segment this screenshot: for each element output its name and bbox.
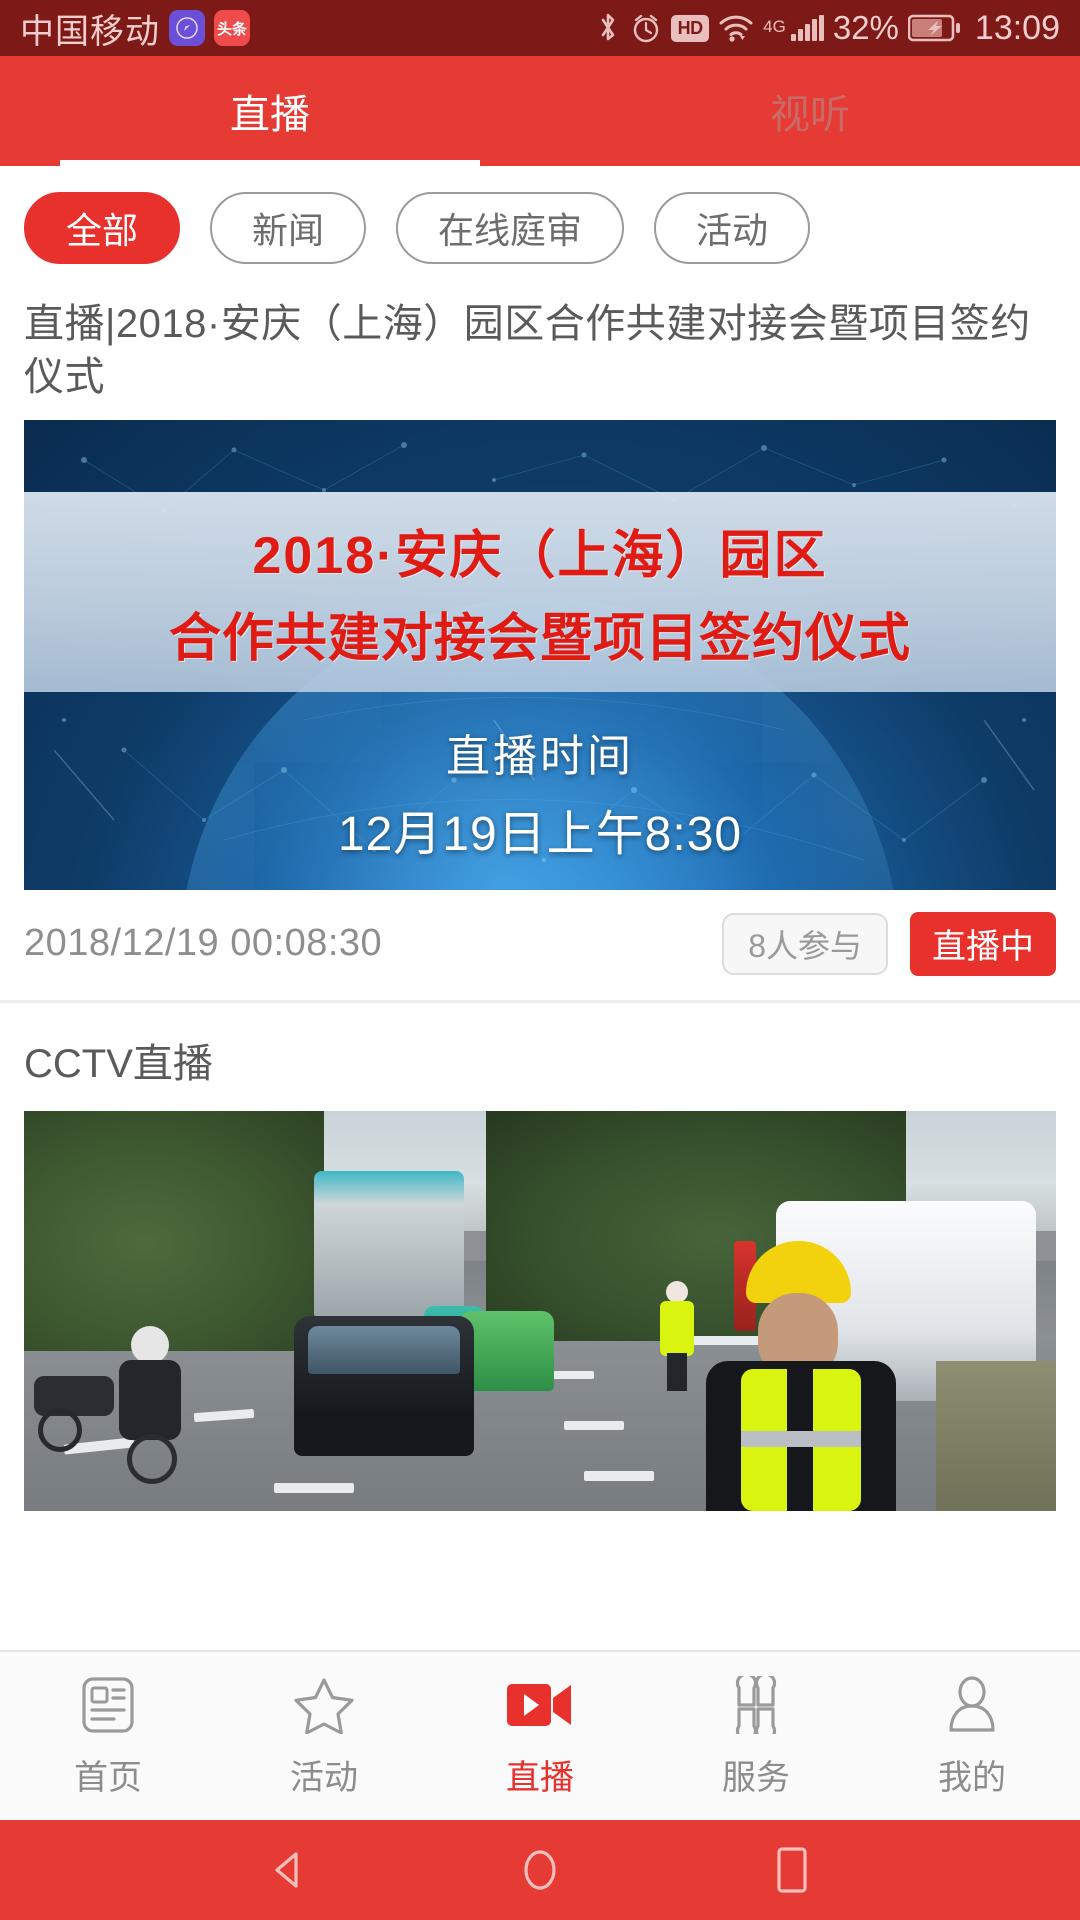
filter-chip-all-label: 全部 bbox=[66, 210, 139, 251]
live-card-timestamp: 2018/12/19 00:08:30 bbox=[24, 922, 383, 965]
nav-item-mine[interactable]: 我的 bbox=[864, 1652, 1080, 1820]
toutiao-app-icon: 头条 bbox=[214, 10, 250, 46]
nav-item-activity-label: 活动 bbox=[290, 1758, 358, 1797]
live-card-poster-image[interactable]: 2018·安庆（上海）园区 合作共建对接会暨项目签约仪式 直播时间 12月19日… bbox=[24, 419, 1056, 890]
back-button[interactable] bbox=[261, 1842, 317, 1898]
alarm-icon bbox=[630, 12, 662, 44]
status-icons-group: HD 4G 32% 13:09 bbox=[595, 9, 1060, 48]
wifi-icon bbox=[718, 13, 754, 43]
live-card-meta-row: 2018/12/19 00:08:30 8人参与 直播中 bbox=[0, 890, 1080, 1000]
person-icon bbox=[944, 1674, 1000, 1736]
poster-headline-line2: 合作共建对接会暨项目签约仪式 bbox=[168, 609, 911, 668]
distant-worker-vest bbox=[660, 1300, 694, 1356]
photo-trees-left bbox=[24, 1110, 324, 1351]
nav-item-home[interactable]: 首页 bbox=[0, 1652, 216, 1820]
network-type-label: 4G bbox=[763, 16, 786, 36]
distant-worker-head bbox=[666, 1280, 688, 1303]
filter-chip-online-trial[interactable]: 在线庭审 bbox=[396, 192, 625, 264]
photo-roadside-hedge bbox=[936, 1360, 1056, 1511]
bluetooth-icon bbox=[595, 11, 621, 45]
cctv-section-title: CCTV直播 bbox=[24, 1041, 213, 1086]
cyclist-body bbox=[119, 1359, 181, 1440]
status-bar: 中国移动 头条 HD 4G 32% 13:09 bbox=[0, 0, 1080, 56]
distant-worker-legs bbox=[667, 1352, 687, 1391]
nav-item-live[interactable]: 直播 bbox=[432, 1652, 648, 1820]
battery-icon bbox=[907, 13, 962, 43]
motorcycle-wheel bbox=[38, 1407, 82, 1452]
filter-chip-activity-label: 活动 bbox=[696, 210, 769, 251]
phone-screen: 中国移动 头条 HD 4G 32% 13:09 直播 视听 全部 新闻 在线庭审… bbox=[0, 0, 1080, 1920]
poster-headline-band: 2018·安庆（上海）园区 合作共建对接会暨项目签约仪式 bbox=[24, 491, 1056, 692]
content-scroll-area[interactable]: 全部 新闻 在线庭审 活动 直播|2018·安庆（上海）园区合作共建对接会暨项目… bbox=[0, 166, 1080, 1730]
motorcycle-body bbox=[34, 1375, 114, 1416]
filter-chip-online-trial-label: 在线庭审 bbox=[438, 210, 583, 251]
compass-app-icon bbox=[169, 10, 205, 46]
nav-item-service-label: 服务 bbox=[722, 1758, 790, 1797]
tab-live[interactable]: 直播 bbox=[0, 56, 540, 166]
tab-audiovisual[interactable]: 视听 bbox=[540, 56, 1080, 166]
nav-item-activity[interactable]: 活动 bbox=[216, 1652, 432, 1820]
cctv-card[interactable]: CCTV直播 bbox=[0, 1003, 1080, 1511]
filter-chip-row: 全部 新闻 在线庭审 活动 bbox=[0, 166, 1080, 284]
photo-distant-worker bbox=[658, 1280, 696, 1391]
hd-icon: HD bbox=[671, 14, 710, 42]
poster-time-value: 12月19日上午8:30 bbox=[337, 807, 743, 861]
nav-item-mine-label: 我的 bbox=[938, 1758, 1006, 1797]
filter-chip-news[interactable]: 新闻 bbox=[210, 192, 367, 264]
filter-chip-news-label: 新闻 bbox=[252, 210, 325, 251]
poster-time-block: 直播时间 12月19日上午8:30 bbox=[24, 720, 1056, 864]
photo-dark-suv bbox=[294, 1315, 474, 1456]
cyclist-helmet bbox=[131, 1325, 169, 1364]
cctv-street-photo[interactable] bbox=[24, 1110, 1056, 1511]
photo-foreground-worker bbox=[696, 1240, 906, 1511]
cyclist-wheel bbox=[127, 1433, 177, 1484]
filter-chip-activity[interactable]: 活动 bbox=[654, 192, 811, 264]
android-navigation-bar bbox=[0, 1820, 1080, 1920]
signal-icon bbox=[790, 15, 824, 41]
filter-chip-all[interactable]: 全部 bbox=[24, 192, 181, 264]
photo-lane-mark bbox=[274, 1482, 354, 1493]
carrier-label: 中国移动 bbox=[20, 12, 160, 51]
top-tab-bar: 直播 视听 bbox=[0, 56, 1080, 166]
home-button[interactable] bbox=[512, 1842, 568, 1898]
nav-item-live-label: 直播 bbox=[506, 1758, 574, 1797]
worker-hi-vis-vest bbox=[741, 1368, 861, 1511]
photo-lane-mark bbox=[564, 1420, 624, 1430]
grid-petals-icon bbox=[725, 1674, 787, 1736]
bottom-navigation-bar: 首页 活动 直播 服务 我的 bbox=[0, 1650, 1080, 1820]
photo-lane-mark bbox=[584, 1470, 654, 1481]
photo-bus bbox=[314, 1170, 464, 1321]
participants-badge: 8人参与 bbox=[722, 912, 888, 975]
nav-item-home-label: 首页 bbox=[74, 1758, 142, 1797]
news-card-icon bbox=[80, 1674, 136, 1736]
tab-live-label: 直播 bbox=[230, 93, 310, 137]
photo-motorcycle bbox=[34, 1366, 124, 1456]
clock-label: 13:09 bbox=[974, 8, 1060, 47]
nav-item-service[interactable]: 服务 bbox=[648, 1652, 864, 1820]
poster-headline-line1: 2018·安庆（上海）园区 bbox=[252, 526, 828, 585]
status-badge[interactable]: 直播中 bbox=[910, 911, 1056, 976]
poster-time-label: 直播时间 bbox=[446, 731, 634, 781]
recents-button[interactable] bbox=[763, 1842, 819, 1898]
video-camera-icon bbox=[505, 1674, 575, 1736]
battery-percent-label: 32% bbox=[832, 9, 899, 46]
live-card-title: 直播|2018·安庆（上海）园区合作共建对接会暨项目签约仪式 bbox=[24, 302, 1031, 399]
tab-audiovisual-label: 视听 bbox=[770, 93, 850, 137]
live-card[interactable]: 直播|2018·安庆（上海）园区合作共建对接会暨项目签约仪式 2018·安庆（上… bbox=[0, 284, 1080, 1000]
star-icon bbox=[293, 1674, 355, 1736]
